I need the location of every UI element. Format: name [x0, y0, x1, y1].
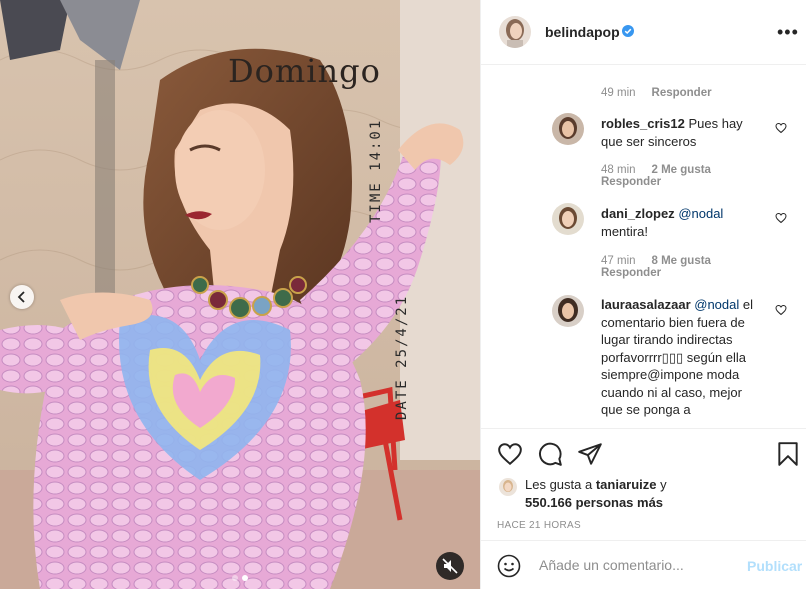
post-actions: Les gusta a taniaruize y 550.166 persona… [481, 428, 806, 590]
story-title-overlay: Domingo [228, 52, 381, 90]
comment-meta: 47 min 8 Me gusta Responder [601, 255, 711, 279]
story-date-text: DATE 25/4/21 [394, 294, 410, 420]
emoji-icon[interactable] [497, 554, 521, 578]
liker-avatar[interactable] [499, 478, 517, 496]
comment-time: 49 min [601, 87, 636, 99]
liker-avatar-image [499, 478, 517, 496]
commenter-avatar[interactable] [552, 203, 584, 235]
carousel-dot-active [242, 575, 248, 581]
previous-media-button[interactable] [10, 285, 34, 309]
comment-like-icon[interactable] [775, 212, 787, 224]
comment-time: 47 min [601, 255, 636, 267]
comment-text: mentira! [601, 223, 648, 239]
reply-button[interactable]: Responder [652, 87, 712, 99]
likes-prefix: Les gusta a [525, 477, 593, 492]
instagram-post-modal: Domingo TIME 14:01 DATE 25/4/21 [0, 0, 806, 589]
story-time-overlay: TIME 14:01 [368, 119, 438, 295]
comment-body: lauraasalazaar @nodal el comentario bien… [601, 296, 759, 419]
commenter-avatar[interactable] [552, 113, 584, 145]
comment-text: el comentario bien fuera de lugar tirand… [601, 297, 754, 417]
verified-badge-icon [622, 25, 634, 37]
speaker-muted-icon [442, 558, 458, 574]
author-username[interactable]: belindapop [545, 24, 620, 40]
author-avatar-image [499, 16, 531, 48]
comment-mention[interactable]: @nodal [694, 297, 739, 312]
comment-body: dani_zlopez @nodal mentira! [601, 205, 759, 240]
comment-composer: Publicar [481, 540, 806, 591]
reply-button[interactable]: Responder [601, 267, 661, 279]
comment-time: 48 min [601, 164, 636, 176]
comment-username[interactable]: lauraasalazaar [601, 297, 691, 312]
comment-username[interactable]: robles_cris12 [601, 116, 685, 131]
reply-button[interactable]: Responder [601, 176, 661, 188]
story-time-text: TIME 14:01 [368, 119, 384, 223]
commenter-avatar-image [552, 295, 584, 327]
comment-like-icon[interactable] [775, 122, 787, 134]
liker-username[interactable]: taniaruize [596, 477, 657, 492]
commenter-avatar[interactable] [552, 295, 584, 327]
post-timestamp[interactable]: HACE 21 HORAS [497, 520, 581, 531]
mute-toggle-button[interactable] [436, 552, 464, 580]
post-header: belindapop ••• [481, 0, 806, 65]
comment-likes[interactable]: 2 Me gusta [652, 164, 711, 176]
share-paper-plane-icon[interactable] [577, 441, 603, 467]
story-date-overlay: DATE 25/4/21 [394, 295, 438, 440]
commenter-avatar-image [552, 113, 584, 145]
publish-button[interactable]: Publicar [747, 558, 802, 574]
comment-likes[interactable]: 8 Me gusta [652, 255, 711, 267]
comment-like-icon[interactable] [775, 304, 787, 316]
comment-body: robles_cris12 Pues hay que ser sinceros [601, 115, 759, 150]
comment-mention[interactable]: @nodal [678, 206, 723, 221]
more-options-icon[interactable]: ••• [777, 22, 799, 43]
post-side-panel: belindapop ••• 49 min Responder robles_c… [480, 0, 806, 589]
post-media[interactable]: Domingo TIME 14:01 DATE 25/4/21 [0, 0, 480, 589]
commenter-avatar-image [552, 203, 584, 235]
carousel-dots [232, 575, 248, 581]
comment-bubble-icon[interactable] [537, 441, 563, 467]
save-bookmark-icon[interactable] [777, 441, 799, 467]
author-avatar[interactable] [499, 16, 531, 48]
carousel-dot [232, 575, 238, 581]
likes-connector: y [660, 477, 667, 492]
comment-username[interactable]: dani_zlopez [601, 206, 675, 221]
comment-meta: 49 min Responder [601, 87, 712, 99]
comment-input[interactable] [537, 556, 741, 574]
comments-list: 49 min Responder robles_cris12 Pues hay … [481, 65, 806, 428]
chevron-left-icon [17, 291, 25, 303]
comment-meta: 48 min 2 Me gusta Responder [601, 164, 711, 188]
likes-count[interactable]: 550.166 personas más [525, 495, 663, 510]
likes-summary: Les gusta a taniaruize y 550.166 persona… [525, 476, 795, 512]
like-heart-icon[interactable] [497, 441, 523, 467]
